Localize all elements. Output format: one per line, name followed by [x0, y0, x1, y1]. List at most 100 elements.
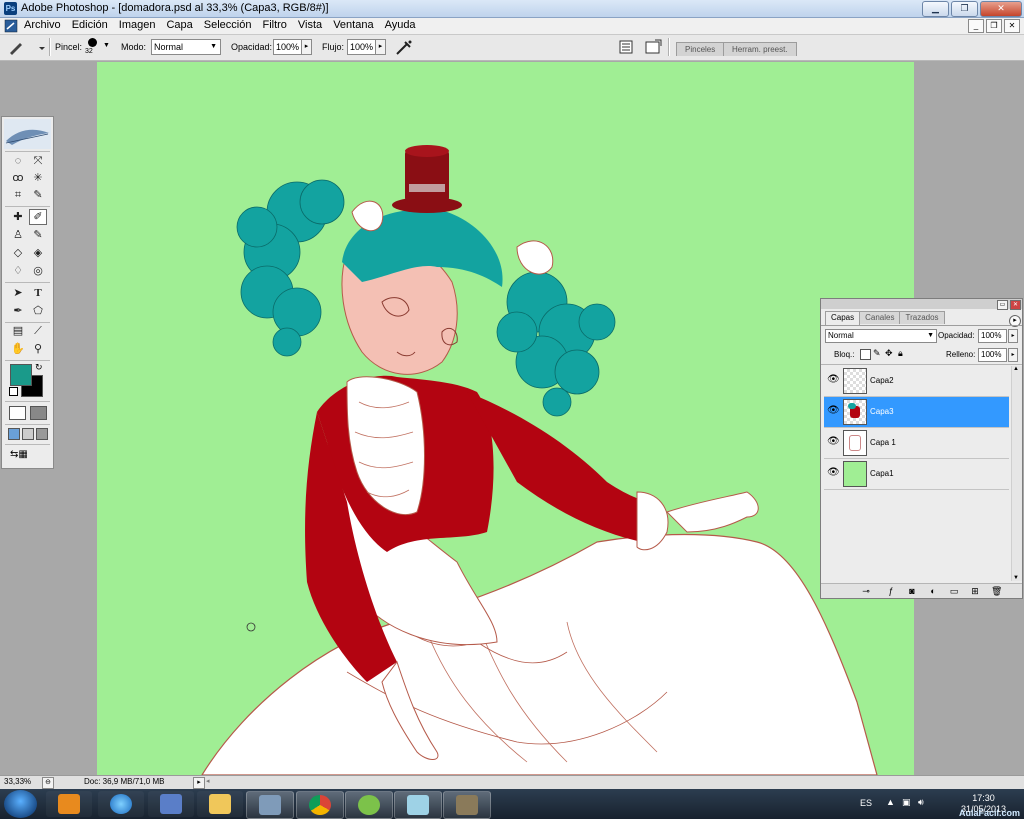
foreground-color-swatch[interactable]	[10, 364, 32, 386]
zoom-menu-icon[interactable]: ⊖	[42, 777, 54, 789]
layer-row-capa-1[interactable]: 👁︎ Capa 1	[824, 428, 1009, 459]
brush-icon[interactable]: ✐	[29, 209, 47, 225]
tool-preset-picker[interactable]	[6, 39, 46, 56]
status-menu-icon[interactable]: ▸	[193, 777, 205, 789]
crop-icon[interactable]: ⌗	[9, 187, 27, 203]
menu-ayuda[interactable]: Ayuda	[385, 19, 416, 31]
shape-icon[interactable]: ⬠	[29, 303, 47, 319]
layer-mask-icon[interactable]: ◙	[907, 586, 917, 596]
quick-mask-icon[interactable]	[30, 406, 47, 420]
zoom-field[interactable]: 33,33%	[4, 777, 31, 786]
taskbar-paint[interactable]	[148, 791, 194, 817]
eyedropper-icon[interactable]: ⟋	[29, 323, 47, 339]
new-group-icon[interactable]: ▭	[949, 586, 959, 596]
taskbar-chrome[interactable]	[296, 791, 344, 819]
menu-imagen[interactable]: Imagen	[119, 19, 156, 31]
delete-layer-icon[interactable]: 🗑︎	[991, 586, 1002, 596]
lock-image-icon[interactable]: ✎	[873, 348, 881, 359]
tab-capas[interactable]: Capas	[825, 311, 861, 325]
new-layer-icon[interactable]: ⊞	[970, 586, 980, 596]
panel-minimize-icon[interactable]: ▭	[997, 300, 1008, 310]
menu-vista[interactable]: Vista	[298, 19, 322, 31]
zoom-icon[interactable]: ⚲	[29, 341, 47, 357]
menu-ventana[interactable]: Ventana	[333, 19, 373, 31]
tab-herram-preest[interactable]: Herram. preest.	[723, 42, 797, 56]
paint-bucket-icon[interactable]: ◈	[29, 245, 47, 261]
screen-mode-full-menu-icon[interactable]	[22, 428, 34, 440]
menu-archivo[interactable]: Archivo	[24, 19, 61, 31]
doc-minimize-icon[interactable]: _	[968, 19, 984, 33]
visibility-eye-icon[interactable]: 👁︎	[827, 405, 840, 417]
swap-colors-icon[interactable]: ↻	[35, 362, 43, 373]
layer-opacidad-slider-button[interactable]: ▸	[1008, 329, 1018, 343]
airbrush-icon[interactable]	[395, 39, 413, 56]
brush-picker[interactable]: 32 ▼	[84, 38, 110, 58]
screen-mode-standard-icon[interactable]	[8, 428, 20, 440]
lock-all-icon[interactable]: 🔒︎	[898, 348, 903, 359]
hand-icon[interactable]: ✋	[9, 341, 27, 357]
document-canvas[interactable]	[97, 62, 914, 775]
show-hidden-icons-icon[interactable]: ▲	[886, 797, 895, 807]
menu-capa[interactable]: Capa	[166, 19, 192, 31]
text-icon[interactable]: T	[29, 285, 47, 301]
history-brush-icon[interactable]: ✎	[29, 227, 47, 243]
visibility-eye-icon[interactable]: 👁︎	[827, 436, 840, 448]
relleno-field[interactable]: 100%	[978, 348, 1007, 362]
lasso-icon[interactable]: ꝏ	[9, 170, 27, 186]
path-select-icon[interactable]: ➤	[9, 285, 27, 301]
healing-brush-icon[interactable]: ✚	[9, 209, 27, 225]
taskbar-photoshop[interactable]	[443, 791, 491, 819]
layers-scrollbar[interactable]: ▲ ▼	[1011, 366, 1022, 581]
lock-transparent-icon[interactable]	[860, 349, 871, 360]
adjustment-layer-icon[interactable]: ◐	[928, 586, 938, 596]
tab-canales[interactable]: Canales	[859, 311, 901, 324]
magic-wand-icon[interactable]: ✳	[29, 170, 47, 186]
layer-style-icon[interactable]: ƒ	[886, 586, 896, 596]
lock-position-icon[interactable]: ✥	[885, 348, 893, 359]
menu-seleccion[interactable]: Selección	[204, 19, 252, 31]
blend-mode-select[interactable]: Normal ▼	[825, 329, 937, 343]
minimize-icon[interactable]: ▁	[922, 1, 949, 17]
layer-row-capa2[interactable]: 👁︎ Capa2	[824, 366, 1009, 397]
eraser-icon[interactable]: ◇	[9, 245, 27, 261]
start-button[interactable]	[4, 790, 37, 818]
relleno-slider-button[interactable]: ▸	[1008, 348, 1018, 362]
taskbar-photo-app[interactable]	[345, 791, 393, 819]
close-icon[interactable]: ✕	[980, 1, 1022, 17]
notes-icon[interactable]: ▤	[9, 323, 27, 339]
flujo-field[interactable]: 100%	[347, 39, 377, 55]
taskbar-file-explorer[interactable]	[197, 791, 243, 817]
menu-filtro[interactable]: Filtro	[262, 19, 286, 31]
menu-edicion[interactable]: Edición	[72, 19, 108, 31]
default-colors-icon[interactable]	[9, 387, 18, 396]
taskbar-feather-app[interactable]	[394, 791, 442, 819]
feather-icon[interactable]	[4, 119, 51, 149]
jump-to-imageready-icon[interactable]: ⇆▦	[10, 448, 44, 462]
marquee-icon[interactable]: ◌	[9, 153, 27, 169]
dodge-icon[interactable]: ◎	[29, 263, 47, 279]
tab-pinceles[interactable]: Pinceles	[676, 42, 725, 56]
file-browser-icon[interactable]	[619, 40, 633, 54]
language-indicator[interactable]: ES	[860, 798, 872, 808]
slice-icon[interactable]: ✎	[29, 187, 47, 203]
taskbar-network[interactable]	[246, 791, 294, 819]
clone-stamp-icon[interactable]: ♙	[9, 227, 27, 243]
opacidad-field[interactable]: 100%	[273, 39, 303, 55]
taskbar-internet-explorer[interactable]	[98, 791, 144, 817]
volume-icon[interactable]: 🔊︎	[918, 797, 924, 808]
standard-mode-icon[interactable]	[9, 406, 26, 420]
move-icon[interactable]: ⤧	[29, 153, 47, 169]
blur-icon[interactable]: ♢	[9, 263, 27, 279]
layer-row-capa3[interactable]: 👁︎ Capa3	[824, 397, 1009, 428]
link-icon[interactable]: ⊸	[861, 586, 871, 596]
tab-trazados[interactable]: Trazados	[899, 311, 945, 324]
screen-mode-full-icon[interactable]	[36, 428, 48, 440]
doc-restore-icon[interactable]: ❐	[986, 19, 1002, 33]
ps-menu-icon[interactable]	[4, 19, 18, 33]
layer-row-capa1[interactable]: 👁︎ Capa1	[824, 459, 1009, 490]
opacidad-slider-button[interactable]: ▸	[301, 39, 312, 55]
flujo-slider-button[interactable]: ▸	[375, 39, 386, 55]
doc-close-icon[interactable]: ✕	[1004, 19, 1020, 33]
visibility-eye-icon[interactable]: 👁︎	[827, 467, 840, 479]
visibility-eye-icon[interactable]: 👁︎	[827, 374, 840, 386]
